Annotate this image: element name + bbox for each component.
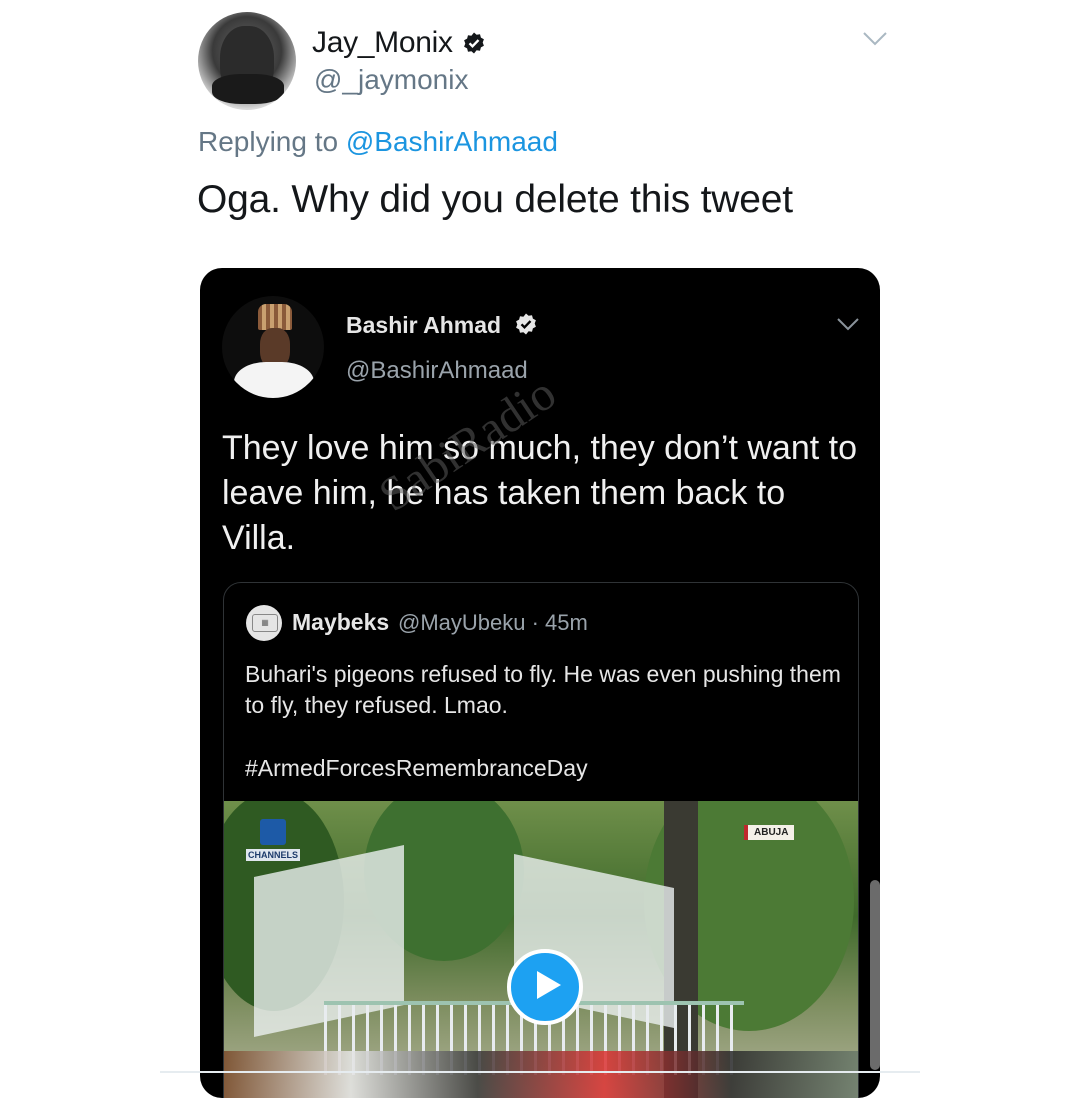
robe-shape: [234, 362, 314, 398]
location-tag: ABUJA: [744, 825, 795, 840]
embedded-handle: @BashirAhmaad: [346, 357, 528, 384]
hashtag: #ArmedForcesRemembranceDay: [245, 755, 588, 781]
quoted-avatar: ▦: [246, 605, 282, 641]
embedded-tweet-image[interactable]: Bashir Ahmad @BashirAhmaad They love him…: [200, 268, 880, 1098]
verified-badge-icon: [464, 32, 484, 54]
avatar-hand: [212, 74, 284, 104]
scrollbar[interactable]: [870, 880, 880, 1070]
quoted-display-name: Maybeks: [292, 609, 390, 635]
globe-icon: [260, 819, 286, 845]
mention-link[interactable]: @BashirAhmaad: [346, 126, 558, 157]
video-thumbnail: CHANNELS ABUJA: [224, 801, 858, 1098]
play-icon: [537, 971, 561, 999]
quoted-tweet: ▦ Maybeks @MayUbeku · 45m Buhari's pigeo…: [223, 582, 859, 1098]
verified-badge-icon: [516, 313, 536, 335]
play-button: [507, 949, 583, 1025]
logo-icon: ▦: [252, 614, 278, 632]
divider: [160, 1071, 920, 1073]
avatar[interactable]: [198, 12, 296, 110]
display-name[interactable]: Jay_Monix: [312, 26, 453, 60]
replying-to: Replying to @BashirAhmaad: [198, 126, 558, 158]
user-handle[interactable]: @_jaymonix: [314, 64, 468, 96]
cap-shape: [258, 304, 292, 330]
chevron-down-icon[interactable]: [862, 30, 888, 48]
crowd: [224, 1051, 858, 1098]
quoted-handle-time: @MayUbeku · 45m: [398, 610, 588, 635]
embedded-tweet-text: They love him so much, they don’t want t…: [222, 429, 857, 557]
quoted-tweet-text: Buhari's pigeons refused to fly. He was …: [245, 661, 841, 718]
channel-label: CHANNELS: [246, 849, 301, 861]
replying-prefix: Replying to: [198, 126, 339, 157]
embedded-display-name: Bashir Ahmad: [346, 312, 502, 338]
embedded-avatar: [222, 296, 324, 398]
channels-logo: CHANNELS: [244, 819, 302, 863]
tweet-text: Oga. Why did you delete this tweet: [197, 178, 793, 221]
chevron-down-icon: [837, 318, 859, 331]
